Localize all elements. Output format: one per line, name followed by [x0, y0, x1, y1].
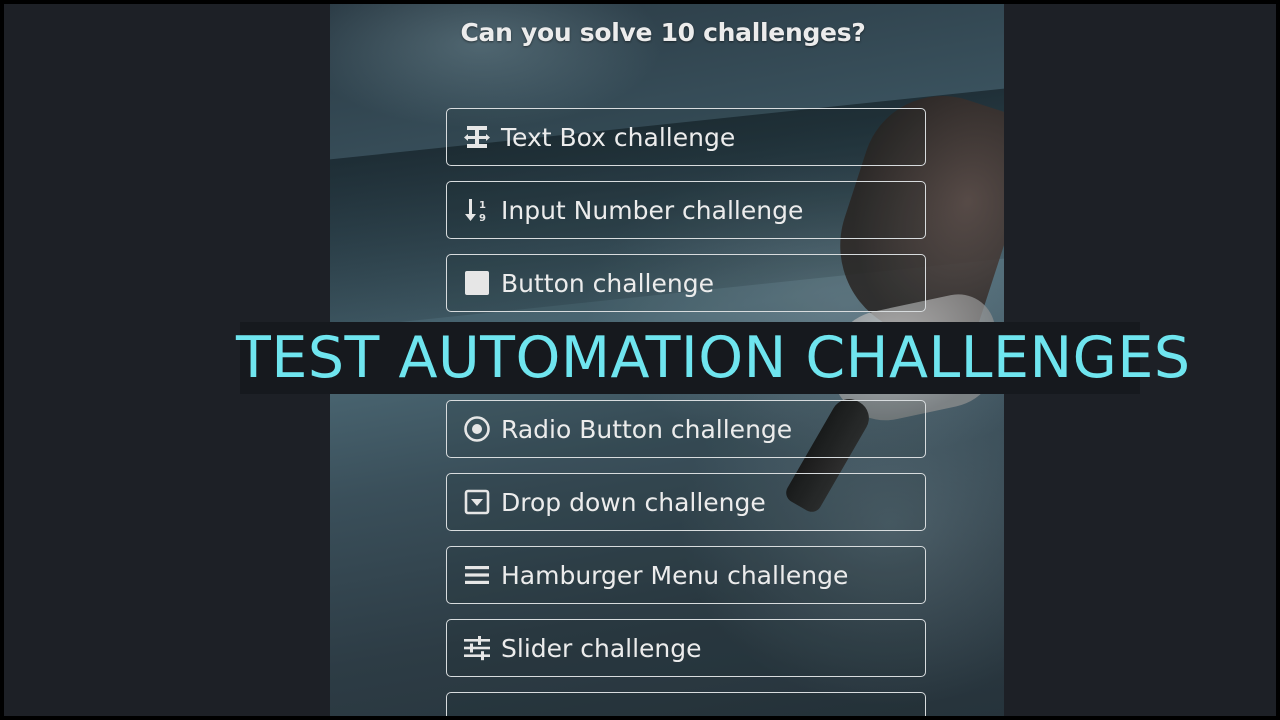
- text-box-challenge-label: Text Box challenge: [501, 122, 736, 152]
- input-number-challenge-button[interactable]: 1 9 Input Number challenge: [446, 181, 926, 239]
- slider-challenge-label: Slider challenge: [501, 633, 702, 663]
- svg-text:9: 9: [479, 213, 486, 223]
- banner-title: TEST AUTOMATION CHALLENGES: [236, 325, 1191, 391]
- svg-text:1: 1: [479, 200, 486, 211]
- button-challenge-label: Button challenge: [501, 268, 714, 298]
- square-icon: [463, 269, 491, 297]
- radio-button-challenge-label: Radio Button challenge: [501, 414, 793, 444]
- text-box-icon: [463, 123, 491, 151]
- hamburger-menu-icon: [463, 561, 491, 589]
- page-heading: Can you solve 10 challenges?: [460, 18, 866, 47]
- next-challenge-button-partial[interactable]: [446, 692, 926, 716]
- slider-challenge-button[interactable]: Slider challenge: [446, 619, 926, 677]
- radio-button-challenge-button[interactable]: Radio Button challenge: [446, 400, 926, 458]
- input-number-challenge-label: Input Number challenge: [501, 195, 804, 225]
- hamburger-menu-challenge-label: Hamburger Menu challenge: [501, 560, 849, 590]
- sliders-icon: [463, 634, 491, 662]
- radio-button-icon: [463, 415, 491, 443]
- drop-down-challenge-label: Drop down challenge: [501, 487, 766, 517]
- dropdown-box-icon: [463, 488, 491, 516]
- hamburger-menu-challenge-button[interactable]: Hamburger Menu challenge: [446, 546, 926, 604]
- button-challenge-button[interactable]: Button challenge: [446, 254, 926, 312]
- text-box-challenge-button[interactable]: Text Box challenge: [446, 108, 926, 166]
- drop-down-challenge-button[interactable]: Drop down challenge: [446, 473, 926, 531]
- sort-numeric-icon: 1 9: [463, 196, 491, 224]
